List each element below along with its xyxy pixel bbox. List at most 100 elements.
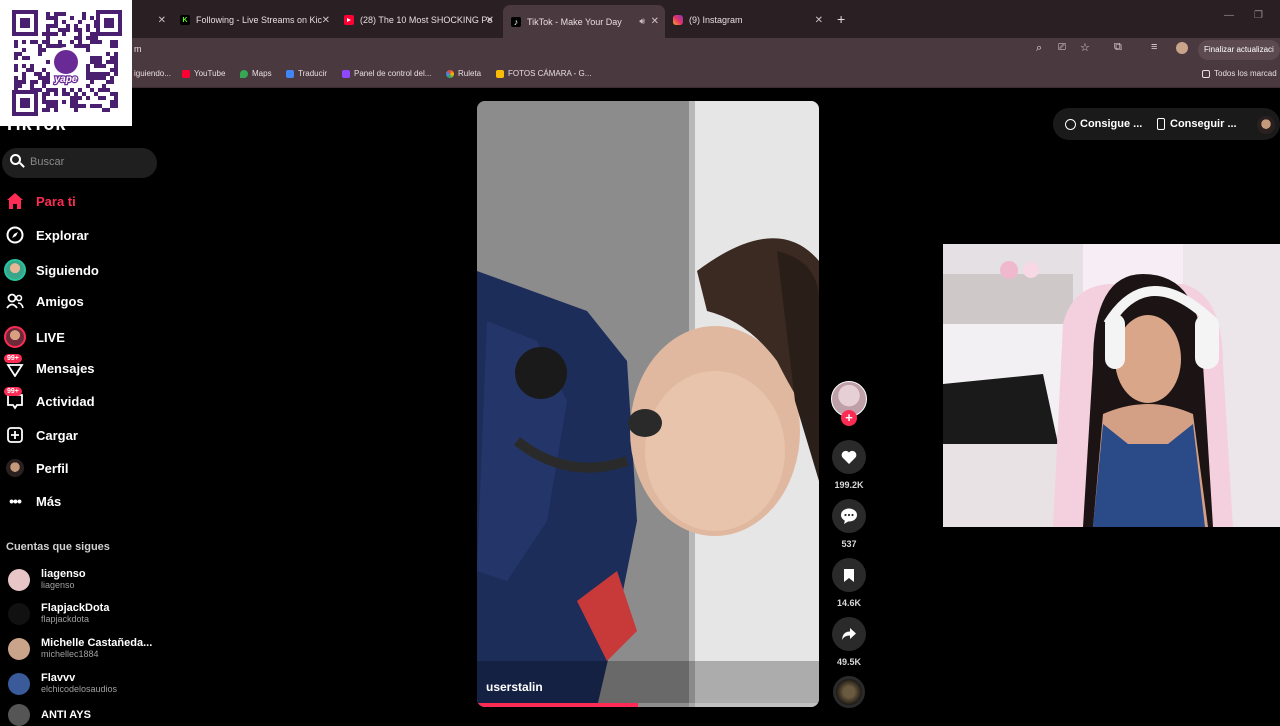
nav-perfil[interactable]: Perfil — [6, 459, 69, 477]
tab-instagram[interactable]: (9) Instagram ✕ — [673, 7, 829, 33]
coin-icon — [1065, 118, 1076, 130]
upload-icon — [6, 426, 24, 444]
all-bookmarks[interactable]: Todos los marcad — [1202, 69, 1277, 78]
home-icon — [6, 192, 24, 210]
nav-mas[interactable]: ••• Más — [6, 492, 61, 510]
search-input[interactable]: Buscar — [2, 148, 157, 178]
comment-icon[interactable] — [832, 499, 866, 533]
zoom-icon[interactable]: ⌕ — [1036, 42, 1042, 55]
nav-para-ti[interactable]: Para ti — [6, 192, 76, 210]
url-text[interactable]: m — [134, 44, 142, 54]
new-tab-button[interactable]: + — [837, 11, 845, 27]
account-item[interactable]: liagenso liagenso — [8, 568, 86, 591]
close-icon[interactable]: ✕ — [651, 16, 659, 27]
avatar — [8, 637, 30, 660]
following-avatar-icon — [4, 259, 26, 281]
drive-icon — [496, 69, 504, 78]
qr-code-image: yape — [0, 0, 132, 126]
tab-label: (9) Instagram — [689, 15, 743, 25]
account-username: elchicodelosaudios — [41, 684, 118, 694]
youtube-icon — [182, 69, 190, 78]
share-icon[interactable] — [832, 617, 866, 651]
video-progress-track[interactable] — [477, 703, 819, 707]
bookmark-item[interactable]: FOTOS CÁMARA - G... — [496, 69, 591, 78]
address-bar[interactable]: m ⌕ ⎚ ☆ ⧉ ≡ Finalizar actualizaci — [0, 38, 1280, 62]
nav-amigos[interactable]: Amigos — [6, 292, 84, 310]
profile-avatar-icon[interactable] — [1176, 42, 1188, 54]
account-name: Flavvv — [41, 672, 76, 684]
nav-label: Explorar — [36, 227, 89, 243]
update-button[interactable]: Finalizar actualizaci — [1198, 40, 1280, 60]
account-item[interactable]: Michelle Castañeda... michellec1884 — [8, 637, 152, 660]
maximize-button[interactable]: ❐ — [1254, 10, 1263, 21]
close-icon[interactable]: ✕ — [815, 15, 823, 26]
avatar — [8, 602, 30, 625]
kick-icon: K — [180, 15, 190, 25]
nav-cargar[interactable]: Cargar — [6, 426, 78, 444]
heart-icon[interactable] — [832, 440, 866, 474]
user-avatar[interactable] — [1257, 116, 1275, 134]
nav-mensajes[interactable]: 99+ Mensajes — [4, 354, 95, 377]
star-icon[interactable]: ☆ — [1080, 41, 1090, 54]
tab-kick[interactable]: K Following - Live Streams on Kic ✕ — [180, 7, 336, 33]
bookmark-item[interactable]: YouTube — [182, 69, 225, 78]
nav-label: Perfil — [36, 460, 69, 476]
avatar — [8, 568, 30, 591]
video-progress-fill — [477, 703, 638, 707]
tab-tiktok[interactable]: ♪ TikTok - Make Your Day 🔊︎ ✕ — [503, 5, 665, 38]
comment-action[interactable]: 537 — [831, 499, 867, 549]
bookmark-item[interactable]: Traducir — [286, 69, 327, 78]
get-app-button[interactable]: Conseguir ... — [1157, 118, 1237, 130]
nav-actividad[interactable]: 99+ Actividad — [4, 387, 95, 410]
account-item[interactable]: ANTI AYS — [8, 704, 91, 726]
bookmark-item[interactable]: Ruleta — [446, 69, 481, 78]
comment-count: 537 — [841, 539, 857, 549]
compass-icon — [6, 226, 24, 244]
minimize-button[interactable]: — — [1224, 10, 1234, 21]
live-avatar-icon — [4, 326, 26, 348]
account-name: liagenso — [41, 568, 86, 580]
speaker-icon[interactable]: 🔊︎ — [639, 16, 645, 27]
bookmarks-bar: iguiendo... YouTube Maps Traducir Panel … — [0, 62, 1280, 88]
bookmark-item[interactable]: iguiendo... — [134, 69, 171, 78]
share-count: 49.5K — [836, 657, 862, 667]
music-disc-icon[interactable] — [833, 676, 865, 708]
account-item[interactable]: FlapjackDota flapjackdota — [8, 602, 109, 625]
tab-youtube[interactable]: (28) The 10 Most SHOCKING Pe ✕ — [344, 7, 500, 33]
media-icon[interactable]: ≡ — [1151, 41, 1157, 53]
get-coins-button[interactable]: Consigue ... — [1065, 118, 1142, 130]
close-icon[interactable]: ✕ — [158, 15, 166, 26]
nav-label: Amigos — [36, 293, 84, 309]
share-action[interactable]: 49.5K — [831, 617, 867, 667]
avatar — [8, 704, 30, 726]
nav-label: Siguiendo — [36, 262, 99, 278]
account-item[interactable]: Flavvv elchicodelosaudios — [8, 672, 117, 695]
account-name: Michelle Castañeda... — [41, 637, 153, 649]
video-player[interactable]: userstalin — [477, 101, 819, 707]
bookmark-item[interactable]: Panel de control del... — [342, 69, 431, 78]
save-action[interactable]: 14.6K — [831, 558, 867, 608]
bookmark-icon[interactable] — [832, 558, 866, 592]
yape-logo-text: yape — [54, 74, 78, 85]
badge-count: 99+ — [4, 387, 22, 396]
nav-label: Actividad — [36, 393, 95, 409]
cast-icon[interactable]: ⎚ — [1058, 42, 1066, 53]
close-icon[interactable]: ✕ — [322, 15, 330, 26]
like-action[interactable]: 199.2K — [831, 440, 867, 490]
nav-live[interactable]: LIVE — [4, 326, 65, 348]
translate-icon — [286, 69, 294, 78]
folder-icon — [1202, 69, 1210, 78]
friends-icon — [6, 292, 24, 310]
following-heading: Cuentas que sigues — [6, 541, 110, 553]
close-icon[interactable]: ✕ — [486, 15, 494, 26]
nav-explorar[interactable]: Explorar — [6, 226, 89, 244]
activity-icon: 99+ — [4, 387, 24, 410]
video-username[interactable]: userstalin — [486, 680, 543, 694]
bookmark-item[interactable]: Maps — [240, 69, 272, 78]
tab-label: Following - Live Streams on Kic — [196, 15, 323, 25]
follow-plus-icon[interactable]: + — [841, 410, 857, 426]
account-username: flapjackdota — [41, 614, 90, 624]
streamer-webcam — [943, 244, 1280, 527]
extensions-icon[interactable]: ⧉ — [1114, 41, 1122, 54]
nav-siguiendo[interactable]: Siguiendo — [4, 259, 99, 281]
